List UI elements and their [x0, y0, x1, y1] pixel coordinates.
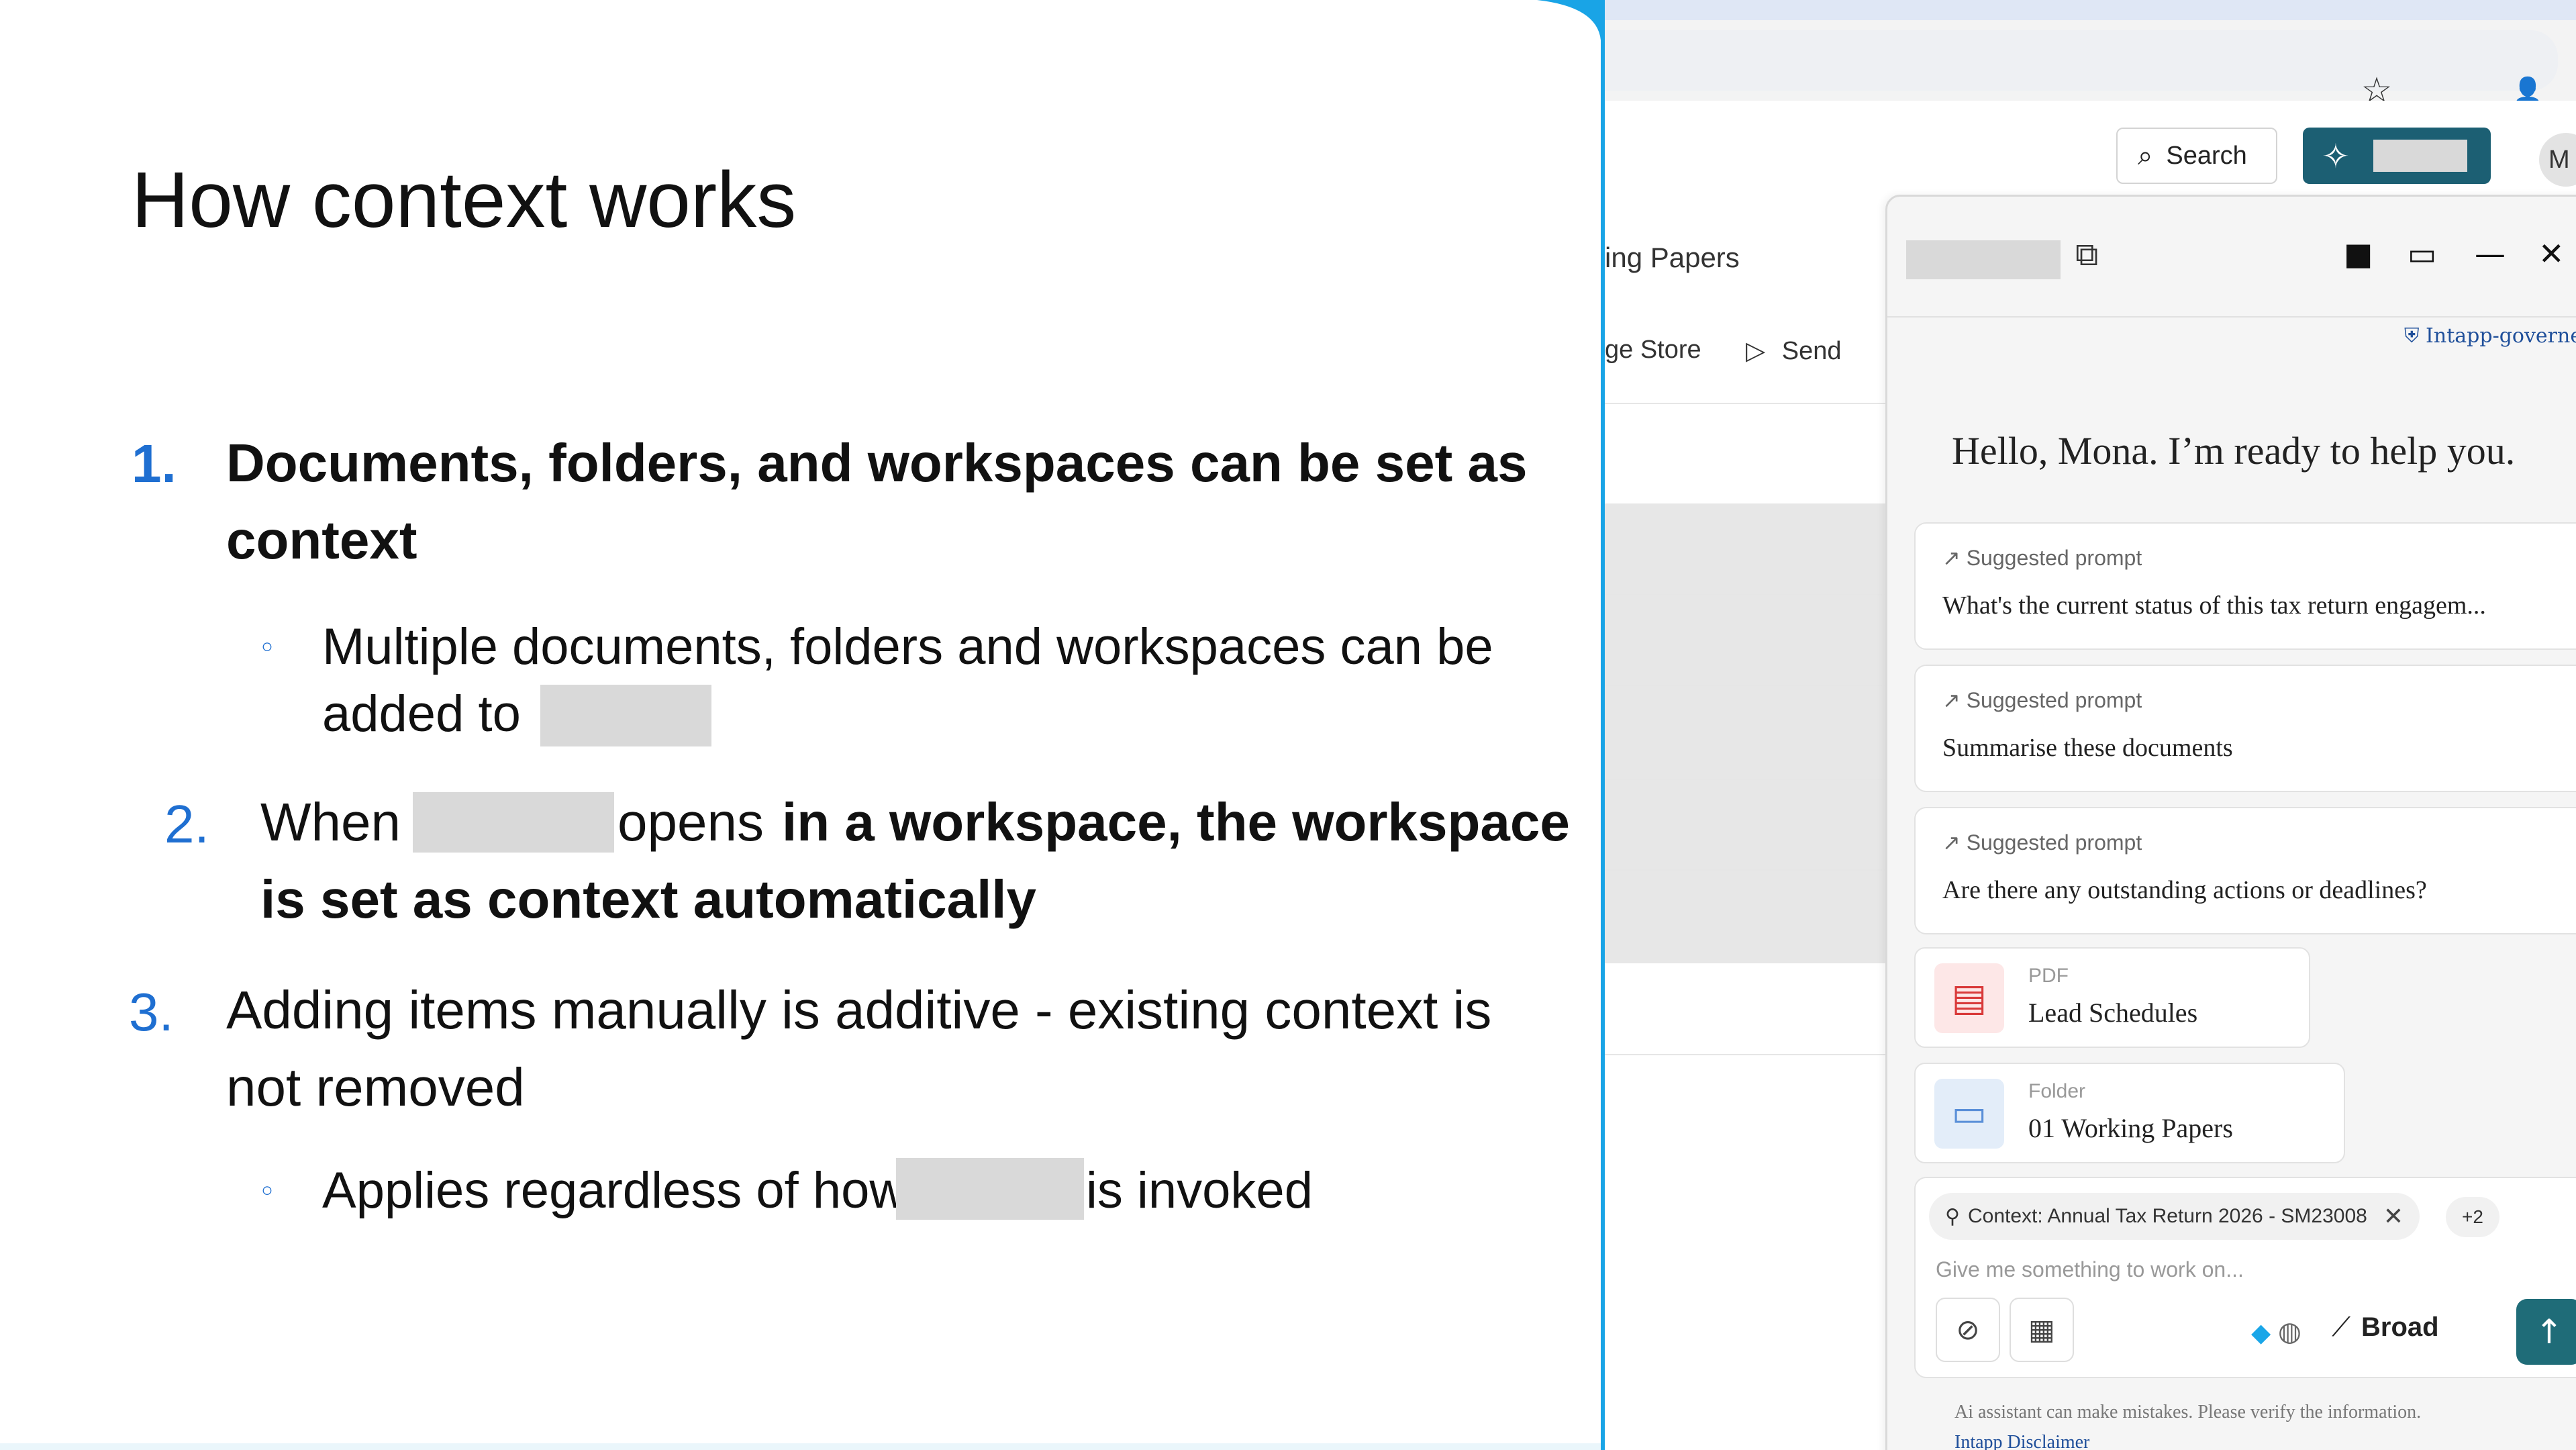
new-chat-icon[interactable]: ■ [2344, 236, 2373, 272]
file-type: Folder [2028, 1080, 2086, 1102]
file-name: Lead Schedules [2028, 998, 2198, 1028]
chat-composer: ⚲ Context: Annual Tax Return 2026 - SM23… [1914, 1177, 2576, 1378]
message-input[interactable]: Give me something to work on... [1936, 1257, 2244, 1282]
shield-icon: ⛨ [2404, 324, 2426, 348]
more-context-chip[interactable]: +2 [2446, 1197, 2499, 1237]
bullet-marker: ◦ [258, 631, 276, 665]
redacted-product-name [2373, 140, 2467, 172]
search-button[interactable]: ⌕ Search [2116, 128, 2277, 184]
suggested-prompt-card[interactable]: ↗ Suggested prompt Summarise these docum… [1914, 665, 2576, 792]
send-label: Send [1781, 337, 1842, 365]
scope-selector[interactable]: ⟋ Broad [2332, 1312, 2439, 1343]
item2-middle: opens [617, 792, 764, 852]
list-number-2: 2. [164, 794, 209, 854]
suggested-prompt-kicker: ↗ Suggested prompt [1942, 546, 2142, 570]
divider [1605, 403, 1887, 404]
assistant-button[interactable]: ✧ [2303, 128, 2491, 184]
item1-sub-line1: Multiple documents, folders and workspac… [322, 618, 1493, 675]
pdf-file-icon: ▤ [1934, 963, 2004, 1033]
paperclip-icon: ⊘ [1956, 1313, 1980, 1346]
divider [1605, 779, 1887, 780]
search-label: Search [2166, 141, 2247, 170]
wand-icon: ⟋ [2332, 1312, 2350, 1342]
divider [1605, 685, 1887, 686]
suggested-prompt-card[interactable]: ↗ Suggested prompt Are there any outstan… [1914, 807, 2576, 934]
suggested-prompt-kicker: ↗ Suggested prompt [1942, 688, 2142, 712]
redacted-product-name [413, 792, 614, 853]
item1-sub-line2: added to [322, 685, 521, 742]
footer-line [0, 1443, 1601, 1450]
folder-icon: ▭ [1934, 1079, 2004, 1149]
slide-title: How context works [132, 156, 797, 244]
app-screenshot: ☆ 👤 ⌕ Search ✧ M ing Papers ge Store ▷ S… [1605, 0, 2576, 1450]
item3-sub-prefix: Applies regardless of how [322, 1162, 907, 1219]
external-link-icon[interactable]: ⧉ [2075, 236, 2098, 274]
suggested-prompt-text: What's the current status of this tax re… [1942, 591, 2486, 620]
divider [1605, 869, 1887, 871]
list-number-1: 1. [132, 434, 177, 493]
suggested-prompt-text: Are there any outstanding actions or dea… [1942, 876, 2427, 904]
sparkle-icon: ✧ [2322, 137, 2350, 176]
disclaimer-link[interactable]: Intapp Disclaimer [1954, 1432, 2089, 1450]
item1-line1: Documents, folders, and workspaces can b… [226, 433, 1528, 493]
remove-context-icon[interactable]: ✕ [2383, 1202, 2404, 1230]
arrow-icon: ↗ [1942, 830, 1961, 855]
attach-button[interactable]: ⊘ [1936, 1298, 2000, 1362]
redacted-product-name [540, 685, 711, 746]
greeting: Hello, Mona. I’m ready to help you. [1952, 429, 2516, 473]
location-pin-icon: ⚲ [1945, 1205, 1960, 1228]
governed-badge: ⛨ Intapp-governed [2404, 324, 2576, 348]
item2-bold1: in a workspace, the workspace [782, 792, 1570, 852]
suggested-prompt-text: Summarise these documents [1942, 734, 2233, 762]
scope-label: Broad [2361, 1312, 2439, 1342]
item2-bold2: is set as context automatically [260, 869, 1037, 929]
item3-sub-suffix: is invoked [1086, 1162, 1313, 1219]
file-name: 01 Working Papers [2028, 1113, 2233, 1143]
redacted-product-name [896, 1158, 1084, 1220]
store-button[interactable]: ge Store [1605, 336, 1701, 365]
table-area [1605, 503, 1887, 963]
item3-line2: not removed [226, 1057, 525, 1117]
context-file-card[interactable]: ▤ PDF Lead Schedules [1914, 947, 2310, 1048]
arrow-icon: ↗ [1942, 546, 1961, 570]
redacted-product-name [1906, 240, 2061, 279]
disclaimer-text: Ai assistant can make mistakes. Please v… [1954, 1402, 2422, 1422]
governed-label: Intapp-governed [2426, 324, 2576, 348]
bullet-marker: ◦ [258, 1175, 276, 1209]
divider [1605, 1054, 1887, 1055]
suggested-prompt-kicker: ↗ Suggested prompt [1942, 830, 2142, 855]
item3-line1: Adding items manually is additive - exis… [226, 980, 1492, 1040]
assistant-panel-header: ⧉ ■ ▭ — ✕ [1887, 197, 2576, 318]
context-chip-label: Context: Annual Tax Return 2026 - SM2300… [1967, 1205, 2367, 1227]
model-indicator-icon[interactable]: ◆ [2251, 1318, 2271, 1347]
send-icon: ▷ [1746, 337, 1766, 365]
context-folder-card[interactable]: ▭ Folder 01 Working Papers [1914, 1063, 2345, 1163]
breadcrumb[interactable]: ing Papers [1605, 242, 1740, 274]
arrow-icon: ↗ [1942, 688, 1961, 712]
assistant-panel: ⧉ ■ ▭ — ✕ ⛨ Intapp-governed Hello, Mona.… [1885, 195, 2576, 1450]
close-icon[interactable]: ✕ [2538, 236, 2565, 272]
file-type: PDF [2028, 965, 2069, 987]
search-icon: ⌕ [2138, 140, 2153, 171]
send-message-button[interactable]: ↑ [2516, 1299, 2576, 1365]
item2-prefix: When [260, 792, 401, 852]
clipboard-icon: ▦ [2028, 1313, 2055, 1346]
divider [1605, 594, 1887, 595]
minimize-icon[interactable]: — [2475, 236, 2506, 272]
avatar[interactable]: M [2539, 133, 2576, 187]
chat-history-icon[interactable]: ▭ [2408, 236, 2436, 272]
clipboard-button[interactable]: ▦ [2010, 1298, 2074, 1362]
context-chip[interactable]: ⚲ Context: Annual Tax Return 2026 - SM23… [1929, 1193, 2420, 1240]
app-header: ⌕ Search ✧ M [1605, 101, 2576, 209]
globe-icon[interactable]: ◍ [2278, 1316, 2301, 1347]
suggested-prompt-card[interactable]: ↗ Suggested prompt What's the current st… [1914, 522, 2576, 650]
list-number-3: 3. [129, 982, 174, 1042]
send-button[interactable]: ▷ Send [1746, 336, 1842, 366]
slide-content: How context works 1. Documents, folders,… [0, 0, 1601, 1450]
browser-tab-strip [1605, 0, 2576, 20]
item1-line2: context [226, 510, 417, 570]
address-bar[interactable]: ☆ 👤 [1605, 30, 2558, 111]
